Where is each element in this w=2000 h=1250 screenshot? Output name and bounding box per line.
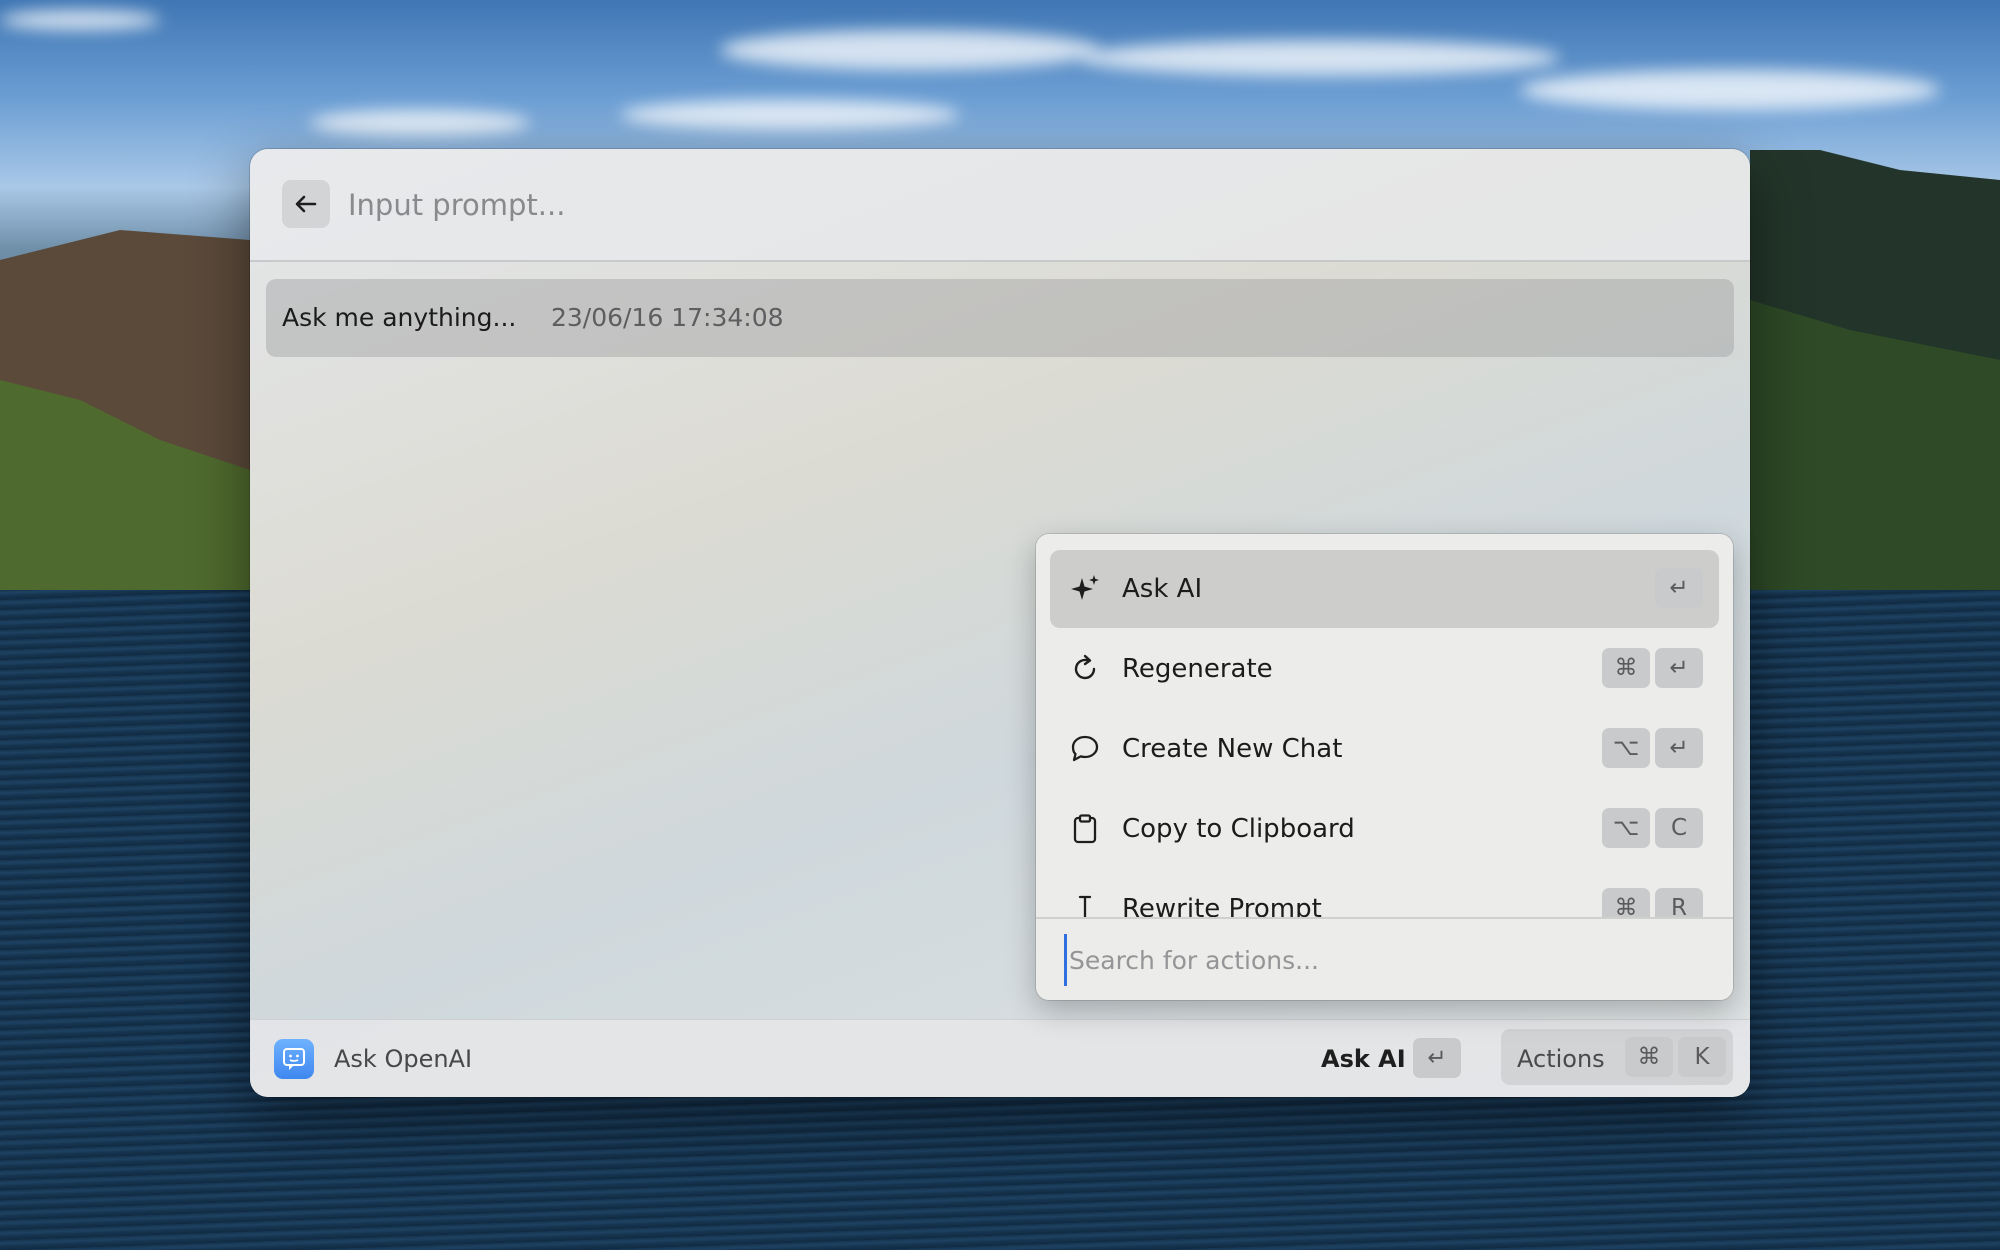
sparkles-icon <box>1071 575 1099 600</box>
actions-label: Actions <box>1517 1045 1605 1073</box>
speech-bubble-icon <box>1071 735 1099 762</box>
menu-item-create-new-chat[interactable]: Create New Chat ⌥ ↵ <box>1050 710 1719 788</box>
menu-item-copy-to-clipboard[interactable]: Copy to Clipboard ⌥ C <box>1050 790 1719 868</box>
chat-bot-icon <box>283 1048 305 1070</box>
menu-item-label: Rewrite Prompt <box>1122 894 1322 917</box>
refresh-icon <box>1074 654 1096 680</box>
return-key-hint: ↵ <box>1655 568 1703 608</box>
clipboard-icon <box>1073 814 1097 844</box>
command-key-hint: ⌘ <box>1625 1037 1673 1077</box>
menu-item-label: Copy to Clipboard <box>1122 814 1355 844</box>
c-key-hint: C <box>1655 808 1703 848</box>
chat-timestamp: 23/06/16 17:34:08 <box>551 303 784 332</box>
k-key-hint: K <box>1678 1037 1726 1077</box>
back-button[interactable] <box>282 180 330 228</box>
return-key-hint: ↵ <box>1655 648 1703 688</box>
actions-button[interactable]: Actions ⌘ K <box>1501 1029 1733 1085</box>
menu-item-regenerate[interactable]: Regenerate ⌘ ↵ <box>1050 630 1719 708</box>
actions-search-input[interactable] <box>1064 934 1711 986</box>
menu-divider <box>1036 917 1733 919</box>
menu-item-label: Create New Chat <box>1122 734 1343 764</box>
option-key-hint: ⌥ <box>1602 728 1650 768</box>
actions-list: Ask AI ↵ Regenerate ⌘ ↵ Create New Chat … <box>1036 534 1733 917</box>
text-cursor-icon <box>1078 895 1092 917</box>
option-key-hint: ⌥ <box>1602 808 1650 848</box>
prompt-input[interactable] <box>346 177 1700 233</box>
menu-item-rewrite-prompt[interactable]: Rewrite Prompt ⌘ R <box>1050 870 1719 917</box>
primary-action-button[interactable]: Ask AI <box>1321 1045 1406 1073</box>
command-key-hint: ⌘ <box>1602 888 1650 917</box>
chat-history-item[interactable]: Ask me anything... 23/06/16 17:34:08 <box>266 279 1734 357</box>
menu-item-ask-ai[interactable]: Ask AI ↵ <box>1050 550 1719 628</box>
footer-bar: Ask OpenAI Ask AI ↵ Actions ⌘ K <box>250 1019 1750 1097</box>
menu-item-label: Ask AI <box>1122 574 1203 604</box>
prompt-bar <box>250 149 1750 262</box>
chat-title: Ask me anything... <box>282 303 517 332</box>
return-key-hint: ↵ <box>1655 728 1703 768</box>
return-key-hint: ↵ <box>1413 1038 1461 1078</box>
actions-menu: Ask AI ↵ Regenerate ⌘ ↵ Create New Chat … <box>1036 534 1733 1000</box>
app-icon <box>274 1039 314 1079</box>
app-name: Ask OpenAI <box>334 1045 473 1073</box>
command-key-hint: ⌘ <box>1602 648 1650 688</box>
r-key-hint: R <box>1655 888 1703 917</box>
arrow-left-icon <box>295 195 317 213</box>
menu-item-label: Regenerate <box>1122 654 1273 684</box>
